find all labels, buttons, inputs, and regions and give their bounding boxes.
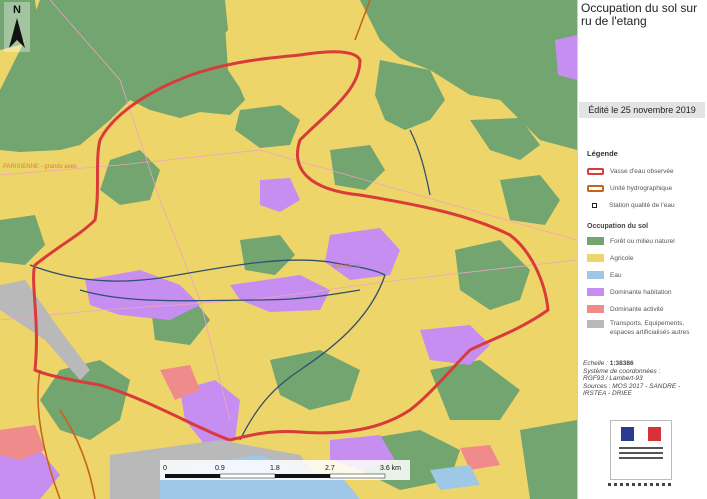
map-metadata: Echelle : 1:38386 Système de coordonnées…: [583, 360, 681, 397]
edit-date: Édité le 25 novembre 2019: [579, 102, 705, 118]
scale-tick-2: 1.8: [270, 465, 280, 472]
scale-tick-0: 0: [163, 465, 167, 472]
unit-outline-icon: [587, 185, 604, 192]
legend-heading: Légende: [587, 149, 618, 158]
legend-panel: Occupation du sol sur ru de l'etang Édit…: [577, 0, 707, 499]
transport-swatch-icon: [587, 320, 604, 328]
water-swatch-icon: [587, 271, 604, 279]
svg-text:N: N: [13, 4, 21, 16]
legend-row-habitat: Dominante habitation: [587, 288, 671, 296]
legend-row-activity: Dominante activité: [587, 305, 663, 313]
map-canvas[interactable]: PARISIENNE - grands axes BASSE VI N 0 0.…: [0, 0, 577, 499]
legend-row-agri: Agricole: [587, 254, 633, 262]
place-label-paris: PARISIENNE - grands axes: [3, 164, 77, 170]
basin-outline-icon: [587, 168, 604, 175]
place-label-basse: BASSE VI: [333, 264, 361, 270]
prefecture-logo: [610, 420, 672, 480]
legend-row-transport: Transports, Equipements, espaces artific…: [587, 319, 705, 337]
activity-swatch-icon: [587, 305, 604, 313]
agri-swatch-icon: [587, 254, 604, 262]
legend-row-forest: Forêt ou milieu naturel: [587, 237, 675, 245]
scale-bar: 0 0.9 1.8 2.7 3.6 km: [160, 460, 410, 480]
scale-tick-3: 2.7: [325, 465, 335, 472]
north-arrow-icon: N: [4, 2, 30, 52]
forest-swatch-icon: [587, 237, 604, 245]
legend-row-unit: Unité hydrographique: [587, 185, 672, 192]
scale-tick-4: 3.6 km: [380, 465, 401, 472]
map-title: Occupation du sol sur ru de l'etang: [581, 1, 698, 28]
station-square-icon: [592, 203, 597, 208]
habitat-swatch-icon: [587, 288, 604, 296]
legend-row-station: Station qualité de l'eau: [587, 202, 675, 209]
legend-row-basin: Vasse d'eau observée: [587, 168, 674, 175]
landuse-heading: Occupation du sol: [587, 223, 649, 230]
footer-ornament: [608, 483, 673, 486]
legend-row-water: Eau: [587, 271, 622, 279]
scale-tick-1: 0.9: [215, 465, 225, 472]
